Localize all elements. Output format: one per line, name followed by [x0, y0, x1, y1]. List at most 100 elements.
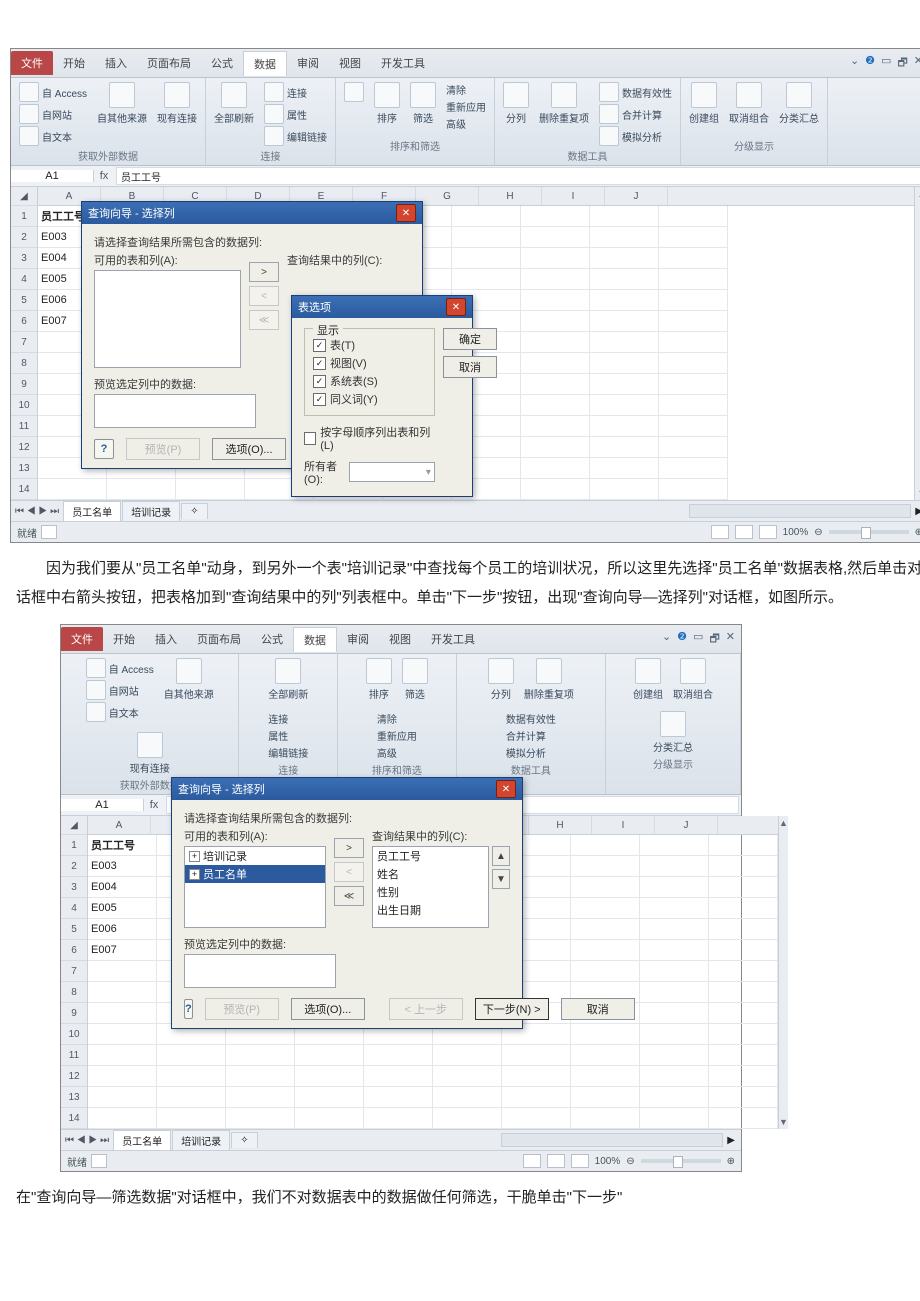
new-sheet-icon[interactable]: ✧ — [231, 1132, 257, 1148]
row-header[interactable]: 12 — [61, 1066, 87, 1087]
cell[interactable] — [590, 353, 659, 374]
row-header[interactable]: 4 — [61, 898, 87, 919]
row-header[interactable]: 11 — [11, 416, 37, 437]
cell[interactable] — [364, 1045, 433, 1066]
btn-ungroup[interactable]: 取消组合 — [729, 82, 769, 125]
cell[interactable] — [709, 898, 778, 919]
btn-other-source[interactable]: 自其他来源 — [97, 82, 147, 125]
btn-consolidate[interactable]: 合并计算 — [506, 728, 546, 743]
preview-box[interactable] — [184, 954, 336, 988]
cell[interactable] — [452, 227, 521, 248]
cell[interactable] — [452, 248, 521, 269]
row-header[interactable]: 3 — [11, 248, 37, 269]
sheet-nav[interactable]: ⏮ ◀ ▶ ⏭ — [61, 1135, 113, 1146]
btn-validate[interactable]: 数据有效性 — [622, 85, 672, 100]
cell[interactable] — [640, 1003, 709, 1024]
cell[interactable] — [521, 437, 590, 458]
cell[interactable] — [364, 1066, 433, 1087]
cell[interactable] — [590, 269, 659, 290]
view-layout-icon[interactable] — [547, 1154, 565, 1168]
btn-text[interactable]: 自文本 — [42, 129, 72, 144]
checkbox[interactable]: ✓ — [313, 375, 326, 388]
cell[interactable]: E005 — [88, 898, 157, 919]
row-header[interactable]: 7 — [61, 961, 87, 982]
cell[interactable] — [452, 269, 521, 290]
row-header[interactable]: 10 — [61, 1024, 87, 1045]
cell[interactable] — [88, 1003, 157, 1024]
zoom-in-icon[interactable]: ⊕ — [727, 1156, 735, 1167]
expand-icon[interactable]: + — [189, 851, 200, 862]
cell[interactable] — [659, 458, 728, 479]
btn-consolidate[interactable]: 合并计算 — [622, 107, 662, 122]
row-header[interactable]: 6 — [11, 311, 37, 332]
btn-subtotal[interactable]: 分类汇总 — [779, 82, 819, 125]
cell[interactable] — [640, 856, 709, 877]
cell[interactable]: E004 — [88, 877, 157, 898]
cell[interactable] — [590, 416, 659, 437]
tab-layout[interactable]: 页面布局 — [137, 51, 201, 75]
macro-icon[interactable] — [91, 1154, 107, 1168]
row-header[interactable]: 5 — [11, 290, 37, 311]
restore-icon[interactable]: 🗗 — [709, 630, 719, 649]
tab-insert[interactable]: 插入 — [145, 627, 187, 651]
cell[interactable] — [88, 1066, 157, 1087]
scroll-right-icon[interactable]: ▶ — [915, 506, 920, 517]
cell[interactable] — [521, 416, 590, 437]
cell[interactable] — [295, 1087, 364, 1108]
col-header[interactable]: I — [592, 816, 655, 834]
cell[interactable] — [659, 206, 728, 227]
zoom-in-icon[interactable]: ⊕ — [915, 527, 920, 538]
cell[interactable]: E006 — [88, 919, 157, 940]
cell[interactable] — [521, 290, 590, 311]
cell[interactable] — [640, 877, 709, 898]
minimize-icon[interactable]: ⌄ — [850, 54, 859, 73]
btn-group[interactable]: 创建组 — [689, 82, 719, 125]
cell[interactable] — [659, 374, 728, 395]
list-item[interactable]: 性别 — [373, 883, 488, 901]
cell[interactable] — [521, 395, 590, 416]
cell[interactable] — [502, 1108, 571, 1129]
view-normal-icon[interactable] — [523, 1154, 541, 1168]
add-button[interactable]: > — [334, 838, 364, 858]
horizontal-scrollbar[interactable] — [501, 1133, 723, 1147]
cell[interactable] — [709, 1108, 778, 1129]
row-header[interactable]: 2 — [11, 227, 37, 248]
cell[interactable] — [521, 248, 590, 269]
col-header[interactable]: J — [655, 816, 718, 834]
cancel-button[interactable]: 取消 — [561, 998, 635, 1020]
cell[interactable] — [709, 1087, 778, 1108]
cell[interactable] — [571, 961, 640, 982]
cell[interactable] — [659, 353, 728, 374]
btn-access[interactable]: 自 Access — [109, 661, 154, 676]
row-header[interactable]: 9 — [61, 1003, 87, 1024]
cell[interactable] — [709, 1003, 778, 1024]
ok-button[interactable]: 确定 — [443, 328, 497, 350]
cell[interactable] — [640, 1066, 709, 1087]
tab-review[interactable]: 审阅 — [287, 51, 329, 75]
tab-view[interactable]: 视图 — [329, 51, 371, 75]
row-header[interactable]: 5 — [61, 919, 87, 940]
btn-web[interactable]: 自网站 — [42, 107, 72, 122]
cell[interactable] — [571, 877, 640, 898]
help-button[interactable]: ? — [94, 439, 114, 459]
cell[interactable] — [659, 437, 728, 458]
cell[interactable] — [590, 374, 659, 395]
cell[interactable] — [226, 1108, 295, 1129]
row-header[interactable]: 8 — [61, 982, 87, 1003]
available-listbox[interactable]: +培训记录 +员工名单 — [184, 846, 326, 928]
btn-advanced[interactable]: 高级 — [377, 745, 397, 760]
cell[interactable] — [590, 248, 659, 269]
row-header[interactable]: 10 — [11, 395, 37, 416]
cell[interactable] — [640, 961, 709, 982]
help-icon[interactable]: ❷ — [677, 630, 687, 649]
cell[interactable] — [88, 1024, 157, 1045]
tree-item[interactable]: +员工名单 — [185, 865, 325, 883]
cell[interactable] — [521, 311, 590, 332]
row-header[interactable]: 7 — [11, 332, 37, 353]
macro-icon[interactable] — [41, 525, 57, 539]
cell[interactable] — [157, 1066, 226, 1087]
cell[interactable] — [571, 856, 640, 877]
view-normal-icon[interactable] — [711, 525, 729, 539]
btn-subtotal[interactable]: 分类汇总 — [653, 711, 693, 754]
col-header[interactable]: H — [479, 187, 542, 205]
